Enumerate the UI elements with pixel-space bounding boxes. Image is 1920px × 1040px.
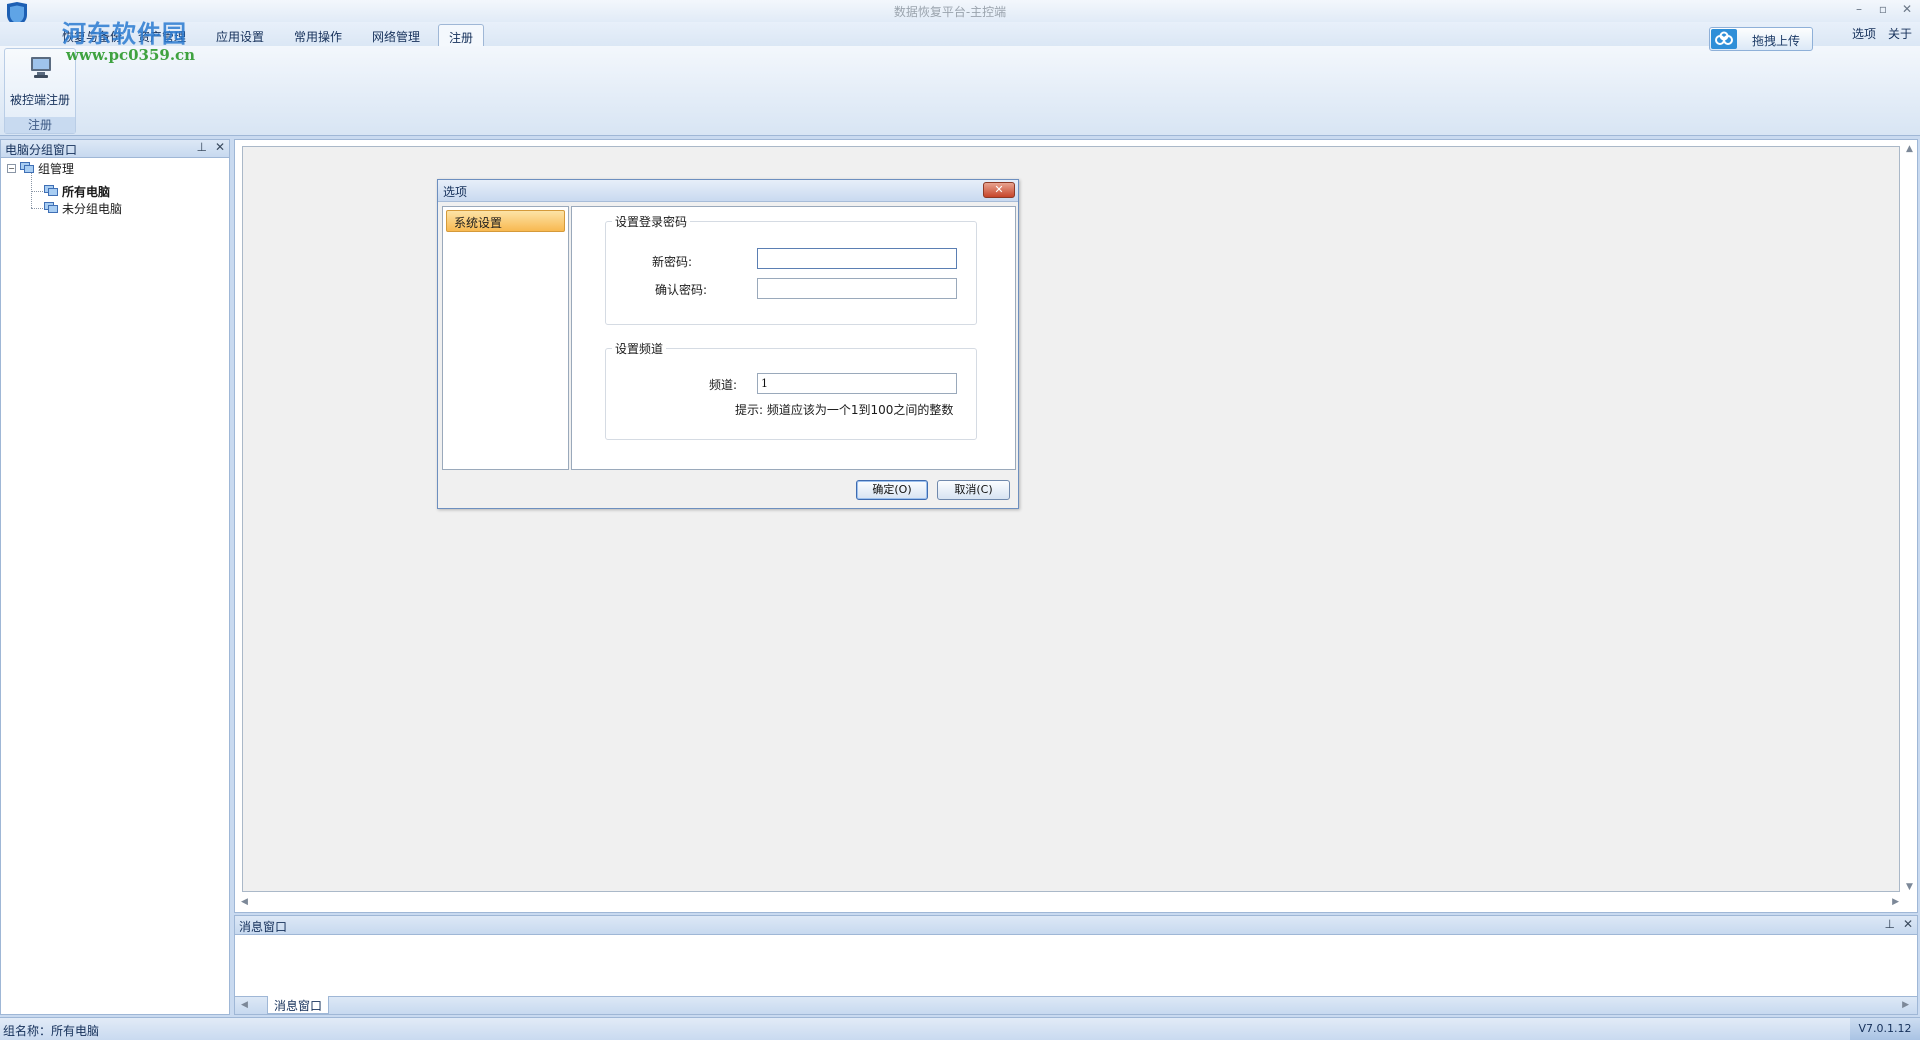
options-dialog: 选项 ✕ 系统设置 设置登录密码 新密码: 确认密码: 设置频道 频道: 提示:… — [437, 179, 1019, 509]
version-badge: V7.0.1.12 — [1850, 1018, 1920, 1040]
window-controls: – ▫ ✕ — [1850, 2, 1916, 18]
status-group-name: 组名称：所有电脑 — [3, 1024, 100, 1038]
tab-scroll-left-icon[interactable]: ◀ — [241, 1000, 248, 1010]
ribbon-tab-bar: 恢复与备份 资产管理 应用设置 常用操作 网络管理 注册 选项 关于 — [0, 22, 1920, 46]
message-tabstrip: ◀ 消息窗口 ▶ — [235, 996, 1917, 1014]
close-window-icon[interactable]: ✕ — [1898, 2, 1916, 18]
nav-item-system-settings[interactable]: 系统设置 — [446, 210, 565, 232]
confirm-password-label: 确认密码: — [654, 283, 707, 297]
tab-common-operations[interactable]: 常用操作 — [284, 24, 352, 46]
horizontal-scrollbar[interactable]: ◀ ▶ — [241, 896, 1901, 910]
scroll-up-icon[interactable]: ▲ — [1906, 144, 1913, 154]
dialog-close-button[interactable]: ✕ — [983, 182, 1015, 198]
tree-label: 所有电脑 — [62, 184, 111, 199]
computer-group-icon — [44, 185, 58, 196]
settings-content: 设置登录密码 新密码: 确认密码: 设置频道 频道: 提示: 频道应该为一个1到… — [571, 206, 1016, 470]
tab-network-management[interactable]: 网络管理 — [362, 24, 430, 46]
minimize-icon[interactable]: – — [1850, 2, 1868, 18]
channel-input[interactable] — [757, 373, 957, 394]
cancel-button[interactable]: 取消(C) — [937, 480, 1010, 500]
ribbon-panel: 被控端注册 注册 — [0, 46, 1920, 136]
options-link[interactable]: 选项 — [1852, 25, 1876, 42]
ok-button[interactable]: 确定(O) — [856, 480, 928, 500]
message-window-title: 消息窗口 — [239, 920, 288, 934]
new-password-input[interactable] — [757, 248, 957, 269]
panel-header: 电脑分组窗口 ⊥ ✕ — [1, 140, 229, 158]
new-password-label: 新密码: — [651, 255, 692, 269]
pin-icon[interactable]: ⊥ — [1884, 917, 1894, 931]
status-bar: 组名称：所有电脑 V7.0.1.12 — [0, 1017, 1920, 1040]
client-register-button[interactable]: 被控端注册 — [5, 91, 75, 108]
message-window-header: 消息窗口 ⊥ ✕ — [235, 916, 1917, 935]
tree-item-group-management[interactable]: − 组管理 — [7, 159, 74, 177]
tree-label: 组管理 — [38, 161, 75, 176]
close-icon: ✕ — [994, 183, 1004, 196]
tree-item-all-computers[interactable]: 所有电脑 — [43, 182, 110, 200]
scroll-right-icon[interactable]: ▶ — [1892, 897, 1899, 907]
maximize-icon[interactable]: ▫ — [1874, 2, 1892, 18]
panel-title: 电脑分组窗口 — [5, 143, 78, 157]
computer-group-icon — [44, 202, 58, 213]
vertical-scrollbar[interactable]: ▲ ▼ — [1903, 144, 1917, 892]
tab-message-window[interactable]: 消息窗口 — [267, 996, 330, 1014]
tab-register[interactable]: 注册 — [438, 24, 485, 46]
about-link[interactable]: 关于 — [1888, 25, 1912, 42]
scroll-left-icon[interactable]: ◀ — [241, 897, 248, 907]
tab-app-settings[interactable]: 应用设置 — [206, 24, 274, 46]
watermark-url: www.pc0359.cn — [66, 46, 196, 64]
tree-label: 未分组电脑 — [62, 201, 123, 216]
dialog-title: 选项 — [443, 185, 468, 199]
ribbon-group-label: 注册 — [5, 117, 75, 133]
message-close-icon[interactable]: ✕ — [1903, 917, 1913, 931]
group-legend: 设置频道 — [615, 342, 664, 356]
tab-scroll-right-icon[interactable]: ▶ — [1902, 1000, 1909, 1010]
window-title: 数据恢复平台-主控端 — [893, 5, 1007, 19]
channel-hint: 提示: 频道应该为一个1到100之间的整数 — [735, 403, 954, 417]
watermark-text: 河东软件园 — [62, 19, 187, 48]
drag-upload-label: 拖拽上传 — [1752, 34, 1801, 48]
pin-icon[interactable]: ⊥ — [196, 140, 206, 154]
collapse-icon[interactable]: − — [7, 163, 16, 173]
computer-group-panel: 电脑分组窗口 ⊥ ✕ − 组管理 所有电脑 未分组电脑 — [0, 139, 230, 1015]
drag-upload-button[interactable]: 拖拽上传 — [1709, 27, 1813, 51]
dialog-title-bar[interactable]: 选项 ✕ — [438, 180, 1018, 202]
cloud-upload-icon — [1711, 29, 1737, 49]
client-register-icon[interactable] — [25, 53, 57, 81]
message-window: 消息窗口 ⊥ ✕ ◀ 消息窗口 ▶ — [234, 915, 1918, 1015]
panel-close-icon[interactable]: ✕ — [215, 140, 225, 154]
channel-label: 频道: — [708, 378, 737, 392]
title-bar: 数据恢复平台-主控端 – ▫ ✕ — [0, 0, 1920, 27]
group-legend: 设置登录密码 — [615, 215, 688, 229]
scroll-down-icon[interactable]: ▼ — [1906, 882, 1913, 892]
settings-nav-list: 系统设置 — [442, 206, 569, 470]
tree-item-ungrouped-computers[interactable]: 未分组电脑 — [43, 199, 122, 217]
confirm-password-input[interactable] — [757, 278, 957, 299]
computer-group-icon — [20, 162, 34, 173]
